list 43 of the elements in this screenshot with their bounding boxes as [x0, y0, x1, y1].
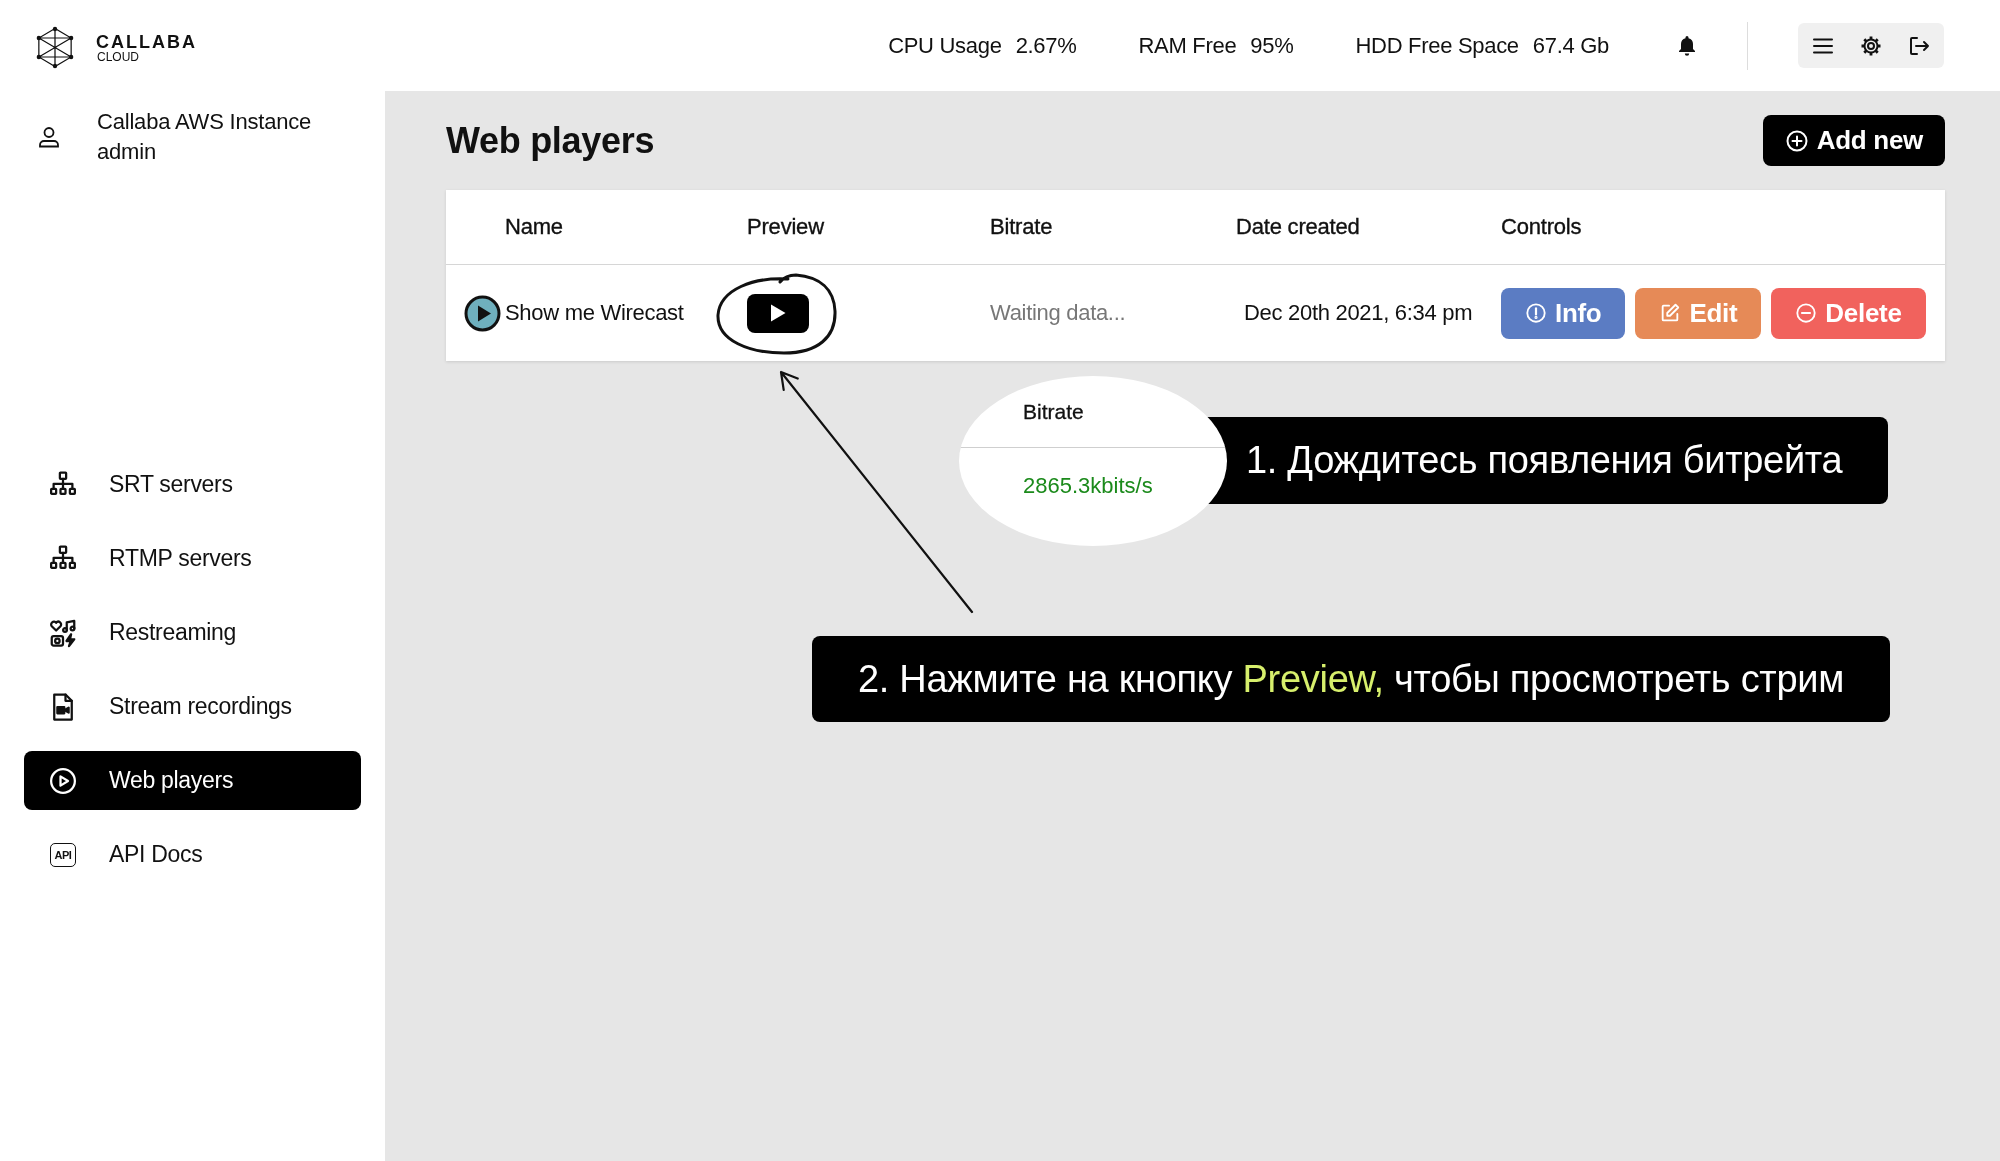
info-icon [1525, 302, 1547, 324]
play-icon [770, 304, 786, 322]
column-header: Name [505, 214, 563, 240]
edit-icon [1659, 302, 1682, 324]
bitrate-status: Waiting data... [990, 300, 1126, 326]
brand-name: CALLABA [96, 32, 197, 51]
callout-text: 1. Дождитесь появления битрейта [1246, 439, 1843, 482]
brand-tagline: CLOUD [97, 50, 140, 63]
column-header: Bitrate [1023, 399, 1084, 424]
sidebar-item[interactable]: Stream recordings [24, 677, 361, 736]
user-name: admin [97, 138, 157, 166]
column-header: Bitrate [990, 214, 1053, 240]
instance-name: Callaba AWS Instance [97, 108, 312, 136]
api-icon: API [50, 842, 76, 867]
sidebar-item[interactable]: Restreaming [24, 603, 361, 662]
play-circle-icon[interactable] [464, 294, 501, 332]
info-button[interactable]: Info [1501, 287, 1626, 339]
sidebar-item[interactable]: SRT servers [24, 455, 361, 514]
minus-circle-icon [1795, 302, 1818, 324]
page-title: Web players [446, 119, 655, 162]
date-created: Dec 20th 2021, 6:34 pm [1244, 300, 1473, 326]
user-icon [37, 125, 61, 149]
add-new-button[interactable]: Add new [1762, 115, 1945, 166]
media-grid-icon [48, 617, 78, 648]
callout-text: 2. Нажмите на кнопку Preview, чтобы просмотреть стрим [857, 657, 1845, 701]
network-logo-icon [36, 26, 74, 69]
play-circle-icon [48, 765, 78, 796]
sidebar-item[interactable]: Web players [24, 751, 361, 810]
sidebar-item[interactable]: API API Docs [24, 825, 361, 884]
column-header: Controls [1501, 214, 1582, 240]
plus-circle-icon [1784, 128, 1809, 153]
bitrate-value: 2865.3kbits/s [1023, 473, 1153, 499]
stat-label: CPU Usage [888, 32, 1002, 59]
sidebar-item[interactable]: RTMP servers [24, 529, 361, 588]
column-header: Preview [747, 214, 824, 240]
stat-label: RAM Free [1138, 32, 1237, 59]
preview-button[interactable] [747, 293, 809, 333]
stat-value: 95% [1250, 32, 1294, 59]
stat-label: HDD Free Space [1355, 32, 1519, 59]
column-header: Date created [1236, 214, 1360, 240]
stat-value: 67.4 Gb [1532, 32, 1609, 59]
player-name: Show me Wirecast [505, 300, 684, 326]
stat-value: 2.67% [1015, 32, 1077, 59]
